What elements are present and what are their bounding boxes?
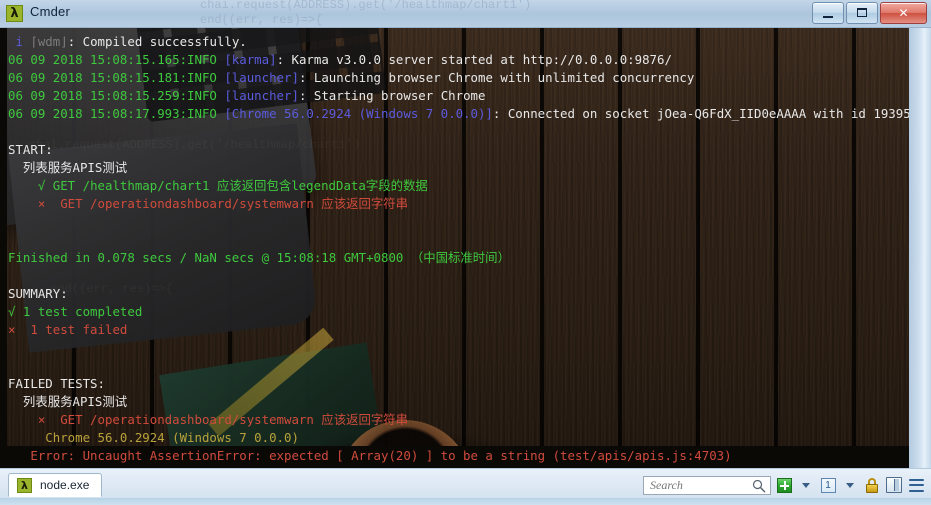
window-title: Cmder <box>30 4 71 19</box>
minimize-button[interactable] <box>812 2 844 24</box>
line-blank-2 <box>8 213 908 231</box>
line-blank-3 <box>8 231 908 249</box>
line-launcher-starting: 06 09 2018 15:08:15.259:INFO [launcher]:… <box>8 88 486 103</box>
new-console-menu-button[interactable] <box>797 476 815 494</box>
chevron-down-icon <box>846 482 854 488</box>
line-wdm-compiled: i ⌈wdm⌋: Compiled successfully. <box>8 34 247 49</box>
line-failed-error: Error: Uncaught AssertionError: expected… <box>8 448 732 463</box>
line-summary-passed: √ 1 test completed <box>8 304 143 319</box>
close-button[interactable]: ✕ <box>880 2 927 24</box>
minimize-icon <box>823 16 833 18</box>
line-suite-name: 列表服务APIS测试 <box>8 160 128 175</box>
line-launcher-launching: 06 09 2018 15:08:15.181:INFO [launcher]:… <box>8 70 695 85</box>
lambda-icon: λ <box>6 5 23 22</box>
line-summary-failed: × 1 test failed <box>8 322 128 337</box>
new-console-button[interactable] <box>775 476 793 494</box>
line-blank-5 <box>8 339 908 357</box>
lambda-icon: λ <box>17 477 32 493</box>
tab-node-exe[interactable]: λ node.exe <box>8 473 103 497</box>
split-view-button[interactable] <box>885 476 903 494</box>
status-bar: λ node.exe 1 <box>0 468 931 505</box>
main-menu-button[interactable] <box>907 476 925 494</box>
terminal-pane[interactable]: chai.request(ADDRESS).get('/healthmap/ch… <box>0 28 909 468</box>
window-right-chrome <box>909 28 931 468</box>
console-menu-button[interactable] <box>841 476 859 494</box>
split-window-icon <box>886 477 902 493</box>
maximize-button[interactable] <box>846 2 878 24</box>
terminal-output: i ⌈wdm⌋: Compiled successfully. 06 09 201… <box>8 33 909 465</box>
line-failed-suite: 列表服务APIS测试 <box>8 394 128 409</box>
hamburger-menu-icon <box>908 478 924 492</box>
cmder-window: chai.request(ADDRESS).get('/healthmap/ch… <box>0 0 931 505</box>
title-bar-watermark: chai.request(ADDRESS).get('/healthmap/ch… <box>200 0 532 27</box>
line-blank-4 <box>8 267 908 285</box>
line-failed-test: × GET /operationdashboard/systemwarn 应该返… <box>8 412 409 427</box>
line-test-fail: × GET /operationdashboard/systemwarn 应该返… <box>8 196 409 211</box>
search-icon <box>752 479 766 493</box>
window-controls: ✕ <box>812 2 927 24</box>
chevron-down-icon <box>802 482 810 488</box>
line-chrome-connected: 06 09 2018 15:08:17.993:INFO [Chrome 56.… <box>8 106 909 121</box>
console-count-icon: 1 <box>820 477 836 493</box>
active-console-button[interactable]: 1 <box>819 476 837 494</box>
tab-label: node.exe <box>40 478 90 492</box>
line-karma-server: 06 09 2018 15:08:15.165:INFO [karma]: Ka… <box>8 52 672 67</box>
plus-icon <box>776 477 792 493</box>
terminal-left-margin <box>0 28 7 468</box>
maximize-icon <box>857 8 867 17</box>
close-icon: ✕ <box>898 6 909 20</box>
status-toolbar: 1 <box>643 474 925 496</box>
search-input[interactable] <box>648 476 756 494</box>
line-blank-1 <box>8 123 908 141</box>
search-box[interactable] <box>643 475 771 495</box>
line-failed-header: FAILED TESTS: <box>8 376 105 391</box>
line-test-pass: √ GET /healthmap/chart1 应该返回包含legendData… <box>8 178 428 193</box>
lock-button[interactable] <box>863 476 881 494</box>
line-start-header: START: <box>8 142 53 157</box>
lock-icon <box>865 477 879 493</box>
line-summary-header: SUMMARY: <box>8 286 68 301</box>
title-bar[interactable]: chai.request(ADDRESS).get('/healthmap/ch… <box>0 0 931 28</box>
line-failed-browser: Chrome 56.0.2924 (Windows 7 0.0.0) <box>8 430 299 445</box>
line-blank-6 <box>8 357 908 375</box>
line-finished: Finished in 0.078 secs / NaN secs @ 15:0… <box>8 250 510 265</box>
